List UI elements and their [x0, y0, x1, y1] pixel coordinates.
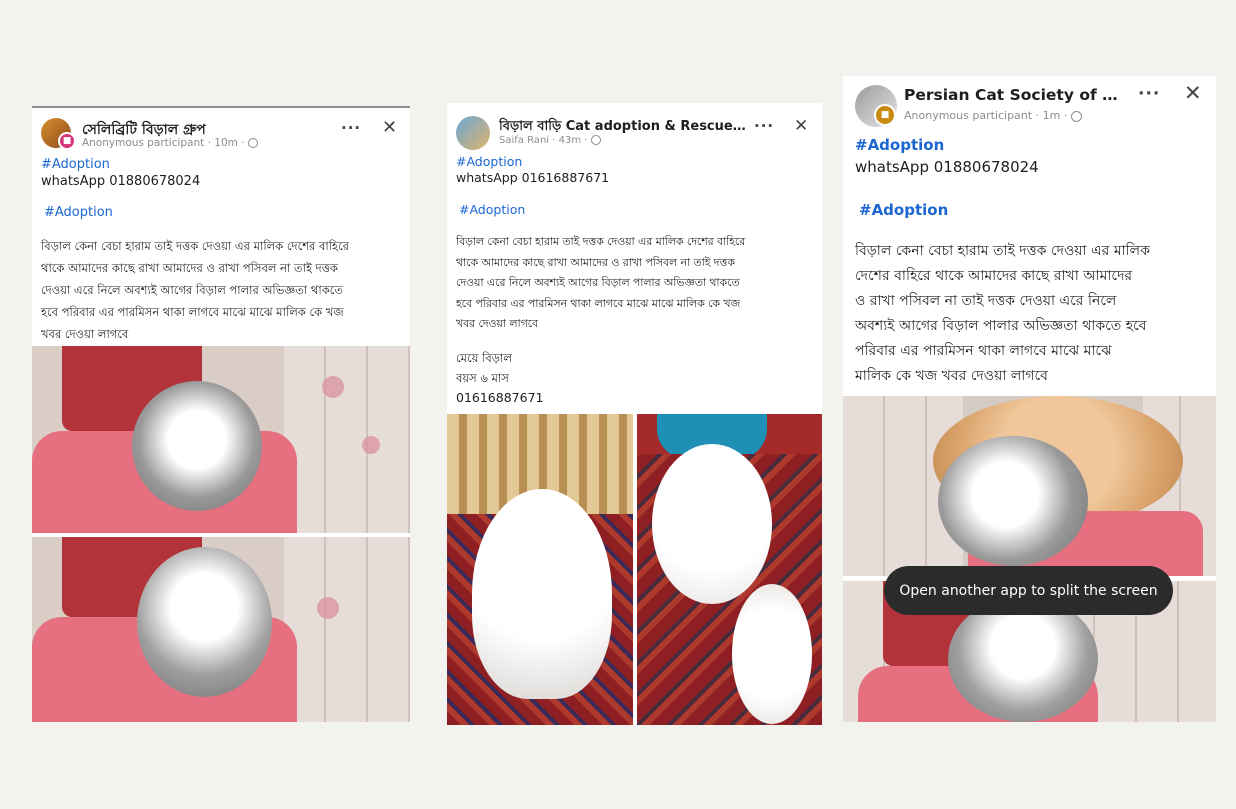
hashtag-adoption-2[interactable]: #Adoption	[859, 201, 948, 219]
body-line: পরিবার এর পারমিসন থাকা লাগবে মাঝে মাঝে	[855, 343, 1112, 359]
post-body: বিড়াল কেনা বেচা হারাম তাই দত্তক দেওয়া …	[41, 235, 406, 345]
tiled-wall	[284, 537, 410, 722]
cat-photo-1[interactable]	[843, 396, 1216, 576]
cat-details: মেয়ে বিড়াল বয়স ৬ মাস 01616887671	[456, 348, 543, 408]
wall-flower	[317, 597, 339, 619]
hashtag-adoption[interactable]: #Adoption	[855, 136, 944, 154]
body-line: মালিক কে খজ খবর দেওয়া লাগবে	[855, 368, 1048, 384]
body-line: বিড়াল কেনা বেচা হারাম তাই দত্তক দেওয়া …	[456, 235, 746, 248]
cat-photo-1[interactable]	[447, 414, 633, 725]
globe-icon	[1070, 110, 1082, 122]
close-icon[interactable]: ✕	[1184, 81, 1202, 105]
author-name[interactable]: Anonymous participant	[82, 137, 204, 149]
post-body: বিড়াল কেনা বেচা হারাম তাই দত্তক দেওয়া …	[855, 239, 1215, 389]
kitten-body	[137, 547, 272, 697]
cat-photo-2[interactable]	[32, 537, 410, 722]
wall-flower	[322, 376, 344, 398]
cat-gender: মেয়ে বিড়াল	[456, 351, 512, 365]
body-line: বিড়াল কেনা বেচা হারাম তাই দত্তক দেওয়া …	[855, 243, 1150, 259]
white-cat	[652, 444, 772, 604]
more-options-icon[interactable]: ···	[1138, 84, 1160, 104]
close-icon[interactable]: ✕	[794, 116, 808, 136]
body-line: ও রাখা পসিবল না তাই দত্তক দেওয়া এরে নিল…	[855, 293, 1117, 309]
meta-dot: ·	[207, 137, 211, 149]
split-screen-toast: Open another app to split the screen	[884, 566, 1173, 615]
kitten-body	[132, 381, 262, 511]
post-card-1: ■ সেলিব্রিটি বিড়াল গ্রুপ Anonymous part…	[32, 106, 410, 722]
tiled-wall	[284, 346, 410, 533]
post-time[interactable]: 43m	[559, 135, 581, 146]
cat-age: বয়স ৬ মাস	[456, 371, 509, 385]
more-options-icon[interactable]: ···	[341, 119, 361, 137]
hashtag-adoption[interactable]: #Adoption	[456, 154, 522, 169]
post-meta: Saifa Rani · 43m ·	[499, 135, 601, 146]
whatsapp-line: whatsApp 01880678024	[41, 174, 201, 189]
whatsapp-line: whatsApp 01880678024	[855, 158, 1039, 176]
body-line: খবর দেওয়া লাগবে	[41, 327, 129, 341]
meta-dot: ·	[1063, 109, 1068, 122]
members-badge-icon: ■	[874, 104, 896, 126]
meta-dot: ·	[1035, 109, 1040, 122]
members-badge-icon: ■	[58, 132, 76, 150]
author-name[interactable]: Saifa Rani	[499, 135, 549, 146]
post-body: বিড়াল কেনা বেচা হারাম তাই দত্তক দেওয়া …	[456, 232, 818, 335]
body-line: খবর দেওয়া লাগবে	[456, 317, 538, 330]
globe-icon	[590, 135, 601, 145]
group-name[interactable]: Persian Cat Society of Dhaka	[904, 86, 1122, 104]
close-icon[interactable]: ✕	[382, 117, 397, 138]
body-line: অবশ্যই আগের বিড়াল পালার অভিজ্ঞতা থাকতে …	[855, 318, 1147, 334]
contact-number: 01616887671	[456, 390, 544, 405]
post-card-3: ■ Persian Cat Society of Dhaka Anonymous…	[843, 76, 1216, 722]
hashtag-adoption-2[interactable]: #Adoption	[459, 202, 525, 217]
author-name[interactable]: Anonymous participant	[904, 109, 1032, 122]
meta-dot: ·	[241, 137, 245, 149]
body-line: দেশের বাহিরে থাকে আমাদের কাছে রাখা আমাদে…	[855, 268, 1133, 284]
body-line: বিড়াল কেনা বেচা হারাম তাই দত্তক দেওয়া …	[41, 239, 350, 253]
cat-tail	[732, 584, 812, 724]
cat-photo-1[interactable]	[32, 346, 410, 533]
post-card-2: বিড়াল বাড়ি Cat adoption & Rescue Socie…	[447, 103, 822, 725]
more-options-icon[interactable]: ···	[754, 117, 774, 135]
globe-icon	[247, 138, 258, 148]
body-line: হবে পরিবার এর পারমিসন থাকা লাগবে মাঝে মা…	[41, 305, 344, 319]
body-line: থাকে আমাদের কাছে রাখা আমাদের ও রাখা পসিব…	[41, 261, 338, 275]
cat-photo-2[interactable]	[637, 414, 822, 725]
post-meta: Anonymous participant · 1m ·	[904, 109, 1082, 122]
post-time[interactable]: 10m	[214, 137, 238, 149]
body-line: দেওয়া এরে নিলে অবশ্যই আগের বিড়াল পালার…	[456, 276, 740, 289]
meta-dot: ·	[552, 135, 556, 146]
post-meta: Anonymous participant · 10m ·	[82, 137, 258, 149]
kitten-body	[938, 436, 1088, 566]
meta-dot: ·	[584, 135, 588, 146]
white-cat	[472, 489, 612, 699]
post-time[interactable]: 1m	[1043, 109, 1061, 122]
whatsapp-line: whatsApp 01616887671	[456, 170, 610, 185]
body-line: হবে পরিবার এর পারমিসন থাকা লাগবে মাঝে মা…	[456, 296, 741, 310]
group-avatar[interactable]	[456, 116, 490, 150]
body-line: দেওয়া এরে নিলে অবশ্যই আগের বিড়াল পালার…	[41, 283, 343, 297]
hashtag-adoption[interactable]: #Adoption	[41, 157, 110, 172]
wall-flower	[362, 436, 380, 454]
body-line: থাকে আমাদের কাছে রাখা আমাদের ও রাখা পসিব…	[456, 255, 735, 269]
hashtag-adoption-2[interactable]: #Adoption	[44, 205, 113, 220]
